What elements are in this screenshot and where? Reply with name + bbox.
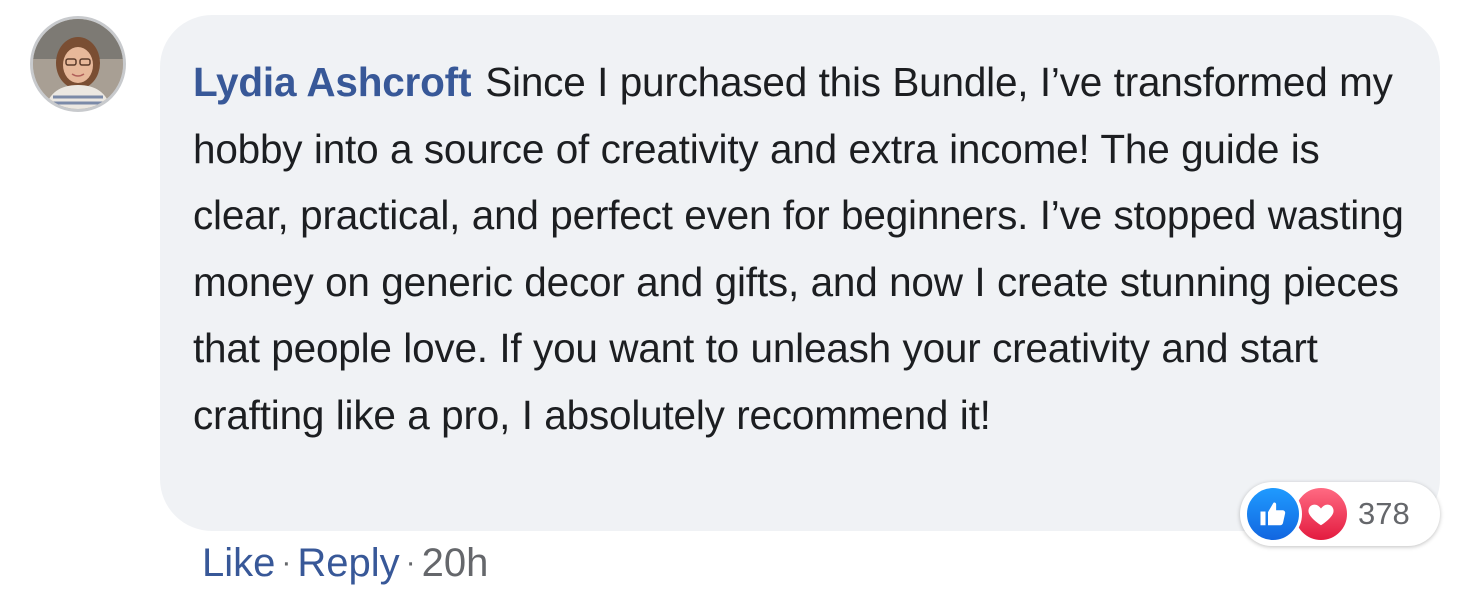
comment-timestamp[interactable]: 20h xyxy=(422,541,489,585)
author-photo xyxy=(33,19,123,109)
separator-dot: · xyxy=(281,546,292,579)
comment-text: Since I purchased this Bundle, I’ve tran… xyxy=(193,59,1404,438)
comment-bubble: Lydia Ashcroft Since I purchased this Bun… xyxy=(160,15,1440,531)
reply-link[interactable]: Reply xyxy=(297,541,399,585)
author-name-link[interactable]: Lydia Ashcroft xyxy=(193,59,471,105)
reactions-summary[interactable]: 378 xyxy=(1240,482,1440,546)
reaction-count: 378 xyxy=(1358,496,1410,531)
like-icon xyxy=(1244,485,1302,543)
separator-dot: · xyxy=(405,546,416,579)
like-link[interactable]: Like xyxy=(202,541,275,585)
comment-body: Lydia Ashcroft Since I purchased this Bun… xyxy=(193,49,1410,448)
author-avatar[interactable] xyxy=(30,16,126,112)
comment-actions: Like · Reply · 20h xyxy=(202,538,488,592)
comment: Lydia Ashcroft Since I purchased this Bun… xyxy=(0,0,1478,596)
